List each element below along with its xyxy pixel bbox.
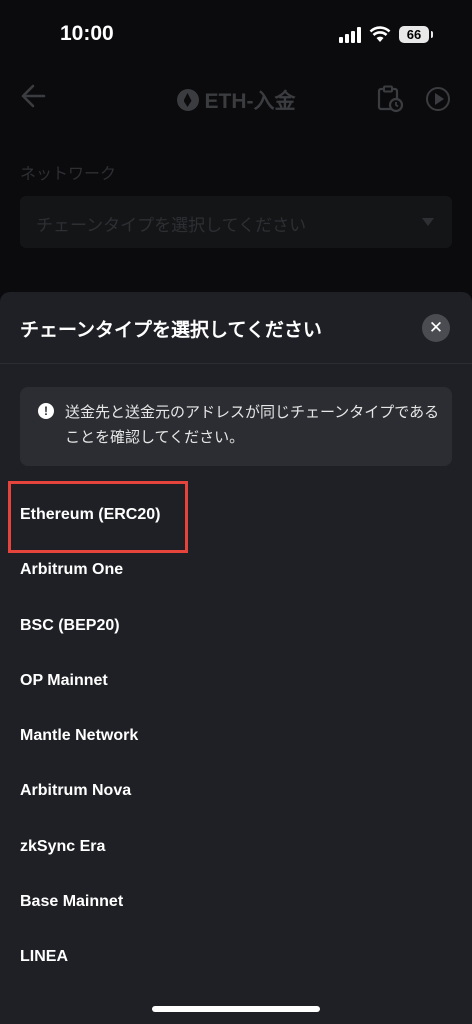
notice-box: ! 送金先と送金元のアドレスが同じチェーンタイプであることを確認してください。 (20, 387, 452, 466)
network-select[interactable]: チェーンタイプを選択してください (20, 196, 452, 248)
chain-item-mantle-network[interactable]: Mantle Network (0, 708, 472, 763)
chain-item-arbitrum-nova[interactable]: Arbitrum Nova (0, 763, 472, 818)
network-label: ネットワーク (20, 166, 117, 183)
chain-type-sheet: チェーンタイプを選択してください ✕ ! 送金先と送金元のアドレスが同じチェーン… (0, 292, 472, 1024)
network-select-placeholder: チェーンタイプを選択してください (36, 216, 307, 235)
cellular-signal-icon (339, 27, 363, 43)
chain-list: Ethereum (ERC20) Arbitrum One BSC (BEP20… (0, 480, 472, 985)
page-header: ETH-入金 (0, 75, 472, 121)
wifi-icon (369, 26, 391, 42)
status-bar: 10:00 66 (0, 0, 472, 70)
divider (0, 363, 472, 364)
status-time: 10:00 (60, 22, 114, 45)
sheet-title: チェーンタイプを選択してください (20, 320, 322, 341)
chain-item-arbitrum-one[interactable]: Arbitrum One (0, 542, 472, 597)
notice-text: 送金先と送金元のアドレスが同じチェーンタイプであることを確認してください。 (65, 404, 440, 446)
chain-item-zksync-era[interactable]: zkSync Era (0, 819, 472, 874)
close-icon[interactable]: ✕ (422, 314, 450, 342)
chain-item-base-mainnet[interactable]: Base Mainnet (0, 874, 472, 929)
chain-item-linea[interactable]: LINEA (0, 929, 472, 984)
dropdown-triangle-icon (422, 218, 434, 226)
chain-item-op-mainnet[interactable]: OP Mainnet (0, 653, 472, 708)
ethereum-icon (176, 89, 199, 111)
home-indicator[interactable] (152, 1006, 320, 1012)
video-guide-icon[interactable] (426, 87, 450, 111)
history-icon[interactable] (376, 85, 404, 113)
battery-icon: 66 (399, 26, 433, 43)
chain-item-ethereum[interactable]: Ethereum (ERC20) (0, 480, 472, 554)
chain-item-bsc[interactable]: BSC (BEP20) (0, 598, 472, 653)
page-title-text: ETH-入金 (204, 90, 296, 113)
info-icon: ! (38, 403, 54, 419)
